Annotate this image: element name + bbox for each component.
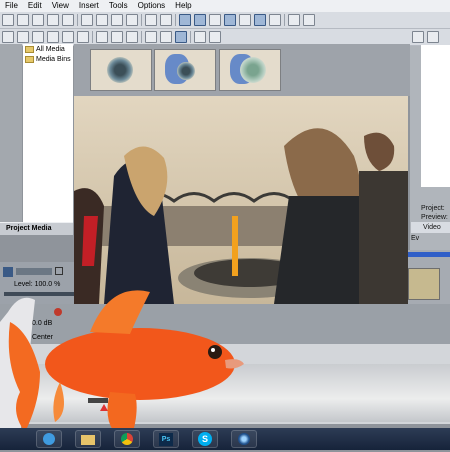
taskbar-media-app[interactable]	[231, 430, 257, 448]
internet-explorer-icon	[43, 433, 55, 445]
preview-split-icon[interactable]	[427, 31, 439, 43]
video-scene	[74, 96, 408, 304]
left-dock-strip	[0, 44, 22, 234]
video-preview-screen	[421, 45, 450, 187]
video-frame-image	[74, 96, 408, 304]
tab-video-event[interactable]: Video Ev	[411, 222, 450, 242]
lock-envelopes-icon[interactable]	[269, 14, 281, 26]
thumbnail-image	[107, 57, 133, 83]
stop-icon[interactable]	[126, 31, 138, 43]
media-tree: All Media Media Bins	[23, 44, 73, 224]
toolbar-separator	[175, 14, 176, 26]
thumbnail-image	[177, 62, 195, 80]
render-icon[interactable]	[47, 14, 59, 26]
track-fx-bar[interactable]	[16, 268, 52, 275]
folder-icon	[81, 435, 95, 445]
selection-tool-icon[interactable]	[209, 14, 221, 26]
menu-bar: File Edit View Insert Tools Options Help	[0, 0, 450, 12]
skype-icon: S	[198, 432, 212, 446]
tab-project-media[interactable]: Project Media	[0, 222, 73, 235]
tree-item-media-bins[interactable]: Media Bins	[23, 54, 73, 64]
envelope-tool-icon[interactable]	[194, 14, 206, 26]
copy-icon[interactable]	[96, 14, 108, 26]
track-number-badge	[3, 267, 13, 277]
tab-label: Project Media	[6, 225, 52, 232]
help-icon[interactable]	[303, 14, 315, 26]
cut-icon[interactable]	[81, 14, 93, 26]
tree-item-all-media[interactable]: All Media	[23, 44, 73, 54]
stop-preview-icon[interactable]	[160, 31, 172, 43]
crossfade-icon[interactable]	[254, 14, 266, 26]
open-icon[interactable]	[17, 14, 29, 26]
toolbar-separator	[92, 31, 93, 43]
menu-view[interactable]: View	[47, 0, 74, 12]
remove-media-icon[interactable]	[47, 31, 59, 43]
windows-taskbar: Ps S	[0, 428, 450, 450]
delete-icon[interactable]	[126, 14, 138, 26]
goldfish-graphic	[0, 290, 244, 447]
toolbar-separator	[77, 14, 78, 26]
save-icon[interactable]	[32, 14, 44, 26]
media-thumbnail[interactable]	[90, 49, 152, 91]
taskbar-chrome[interactable]	[114, 430, 140, 448]
menu-tools[interactable]: Tools	[104, 0, 133, 12]
undo-icon[interactable]	[145, 14, 157, 26]
media-thumbnail[interactable]	[154, 49, 216, 91]
properties-icon[interactable]	[62, 14, 74, 26]
menu-options[interactable]: Options	[133, 0, 171, 12]
folder-icon	[25, 45, 34, 53]
taskbar-photoshop[interactable]: Ps	[153, 430, 179, 448]
toolbar-separator	[190, 31, 191, 43]
play-icon[interactable]	[145, 31, 157, 43]
preview-toolbar	[410, 29, 450, 46]
menu-file[interactable]: File	[0, 0, 23, 12]
menu-help[interactable]: Help	[170, 0, 196, 12]
redo-icon[interactable]	[160, 14, 172, 26]
media-app-icon	[238, 433, 250, 445]
menu-edit[interactable]: Edit	[23, 0, 47, 12]
toolbar-separator	[141, 31, 142, 43]
web-icon[interactable]	[77, 31, 89, 43]
capture-icon[interactable]	[17, 31, 29, 43]
timeline-clip-thumbnail[interactable]	[408, 268, 440, 300]
taskbar-skype[interactable]: S	[192, 430, 218, 448]
search-icon[interactable]	[209, 31, 221, 43]
media-thumbnail[interactable]	[219, 49, 281, 91]
preview-info-label: Preview:	[421, 214, 448, 221]
tree-item-label: All Media	[36, 45, 65, 53]
close-icon[interactable]	[96, 31, 108, 43]
preview-settings-icon[interactable]	[412, 31, 424, 43]
auto-ripple-icon[interactable]	[239, 14, 251, 26]
media-thumbnails-pane	[74, 44, 410, 96]
thumbnail-image	[240, 57, 266, 83]
photoshop-icon: Ps	[159, 433, 173, 446]
folder-icon	[25, 55, 34, 63]
get-media-icon[interactable]	[32, 31, 44, 43]
toolbar-separator	[141, 14, 142, 26]
new-project-icon[interactable]	[2, 14, 14, 26]
main-toolbar	[0, 12, 450, 29]
views-icon[interactable]	[194, 31, 206, 43]
chrome-icon	[121, 433, 133, 445]
import-media-icon[interactable]	[2, 31, 14, 43]
paste-icon[interactable]	[111, 14, 123, 26]
media-fx-icon[interactable]	[62, 31, 74, 43]
menu-insert[interactable]: Insert	[74, 0, 104, 12]
refresh-icon[interactable]	[111, 31, 123, 43]
mute-icon[interactable]	[55, 267, 63, 275]
timeline-selection-bar	[408, 252, 450, 257]
taskbar-internet-explorer[interactable]	[36, 430, 62, 448]
toolbar-separator	[284, 14, 285, 26]
project-info-label: Project:	[421, 205, 445, 212]
taskbar-file-explorer[interactable]	[75, 430, 101, 448]
ignore-grouping-icon[interactable]	[288, 14, 300, 26]
normal-edit-tool-icon[interactable]	[179, 14, 191, 26]
tree-item-label: Media Bins	[36, 55, 71, 63]
goldfish-image	[0, 282, 250, 450]
auto-preview-icon[interactable]	[175, 31, 187, 43]
snapping-icon[interactable]	[224, 14, 236, 26]
